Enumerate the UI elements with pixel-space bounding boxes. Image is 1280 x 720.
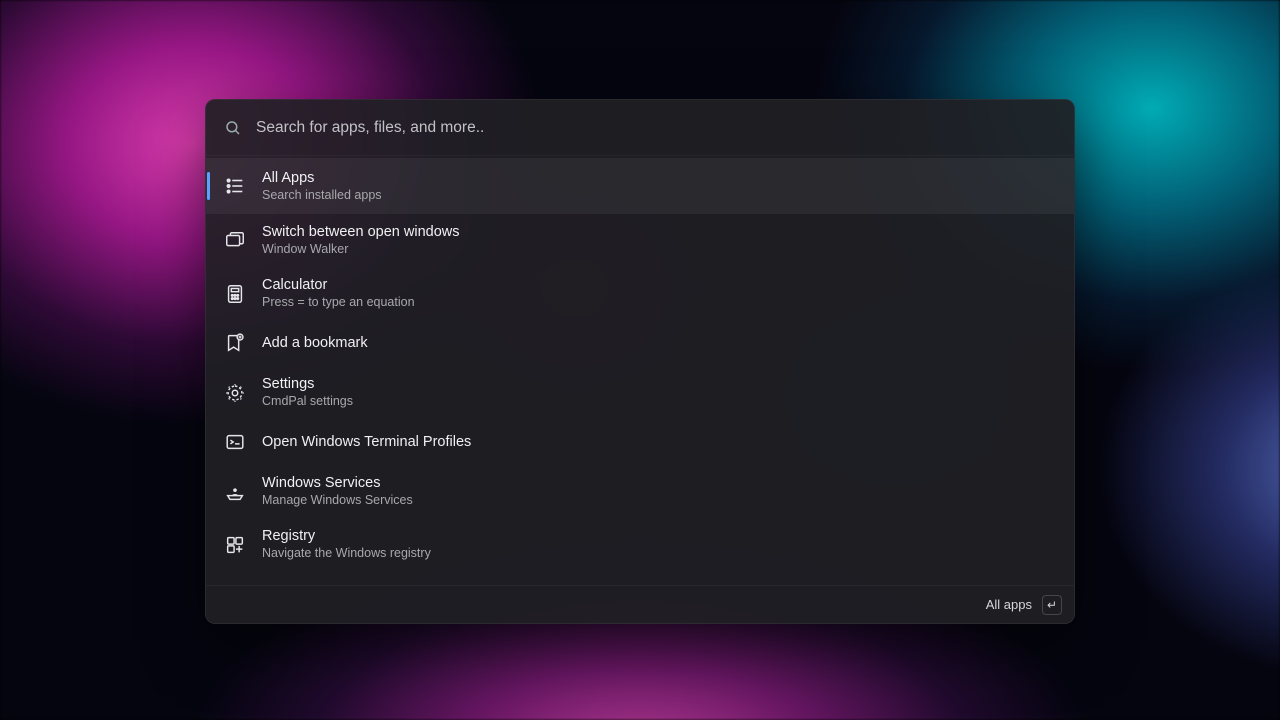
services-icon (224, 481, 246, 503)
item-title: Registry (262, 527, 431, 545)
item-title: All Apps (262, 169, 382, 187)
item-settings[interactable]: Settings CmdPal settings (206, 366, 1074, 419)
item-title: Add a bookmark (262, 334, 368, 352)
item-title: Windows Services (262, 474, 413, 492)
terminal-icon (224, 431, 246, 453)
item-calculator[interactable]: Calculator Press = to type an equation (206, 267, 1074, 320)
item-title: Calculator (262, 276, 415, 294)
item-sub: CmdPal settings (262, 394, 353, 410)
footer-action-label[interactable]: All apps (986, 597, 1032, 612)
item-title: Settings (262, 375, 353, 393)
footer: All apps ↵ (206, 585, 1074, 623)
item-title: Open Windows Terminal Profiles (262, 433, 471, 451)
item-window-walker[interactable]: Switch between open windows Window Walke… (206, 214, 1074, 267)
item-sub: Press = to type an equation (262, 295, 415, 311)
item-title: Switch between open windows (262, 223, 459, 241)
item-registry[interactable]: Registry Navigate the Windows registry (206, 518, 1074, 571)
windows-icon (224, 230, 246, 252)
search-icon (224, 119, 242, 137)
search-input[interactable] (256, 119, 1056, 137)
command-palette: All Apps Search installed apps Switch be… (205, 99, 1075, 624)
bookmark-add-icon (224, 332, 246, 354)
enter-key-icon: ↵ (1042, 595, 1062, 615)
item-all-apps[interactable]: All Apps Search installed apps (206, 158, 1074, 214)
search-row (206, 100, 1074, 156)
calculator-icon (224, 283, 246, 305)
item-sub: Navigate the Windows registry (262, 546, 431, 562)
results-list: All Apps Search installed apps Switch be… (206, 156, 1074, 585)
item-sub: Window Walker (262, 242, 459, 258)
item-windows-services[interactable]: Windows Services Manage Windows Services (206, 465, 1074, 518)
registry-icon (224, 534, 246, 556)
item-add-bookmark[interactable]: Add a bookmark (206, 320, 1074, 366)
gear-icon (224, 382, 246, 404)
item-terminal-profiles[interactable]: Open Windows Terminal Profiles (206, 419, 1074, 465)
list-icon (224, 175, 246, 197)
item-sub: Manage Windows Services (262, 493, 413, 509)
item-sub: Search installed apps (262, 188, 382, 204)
